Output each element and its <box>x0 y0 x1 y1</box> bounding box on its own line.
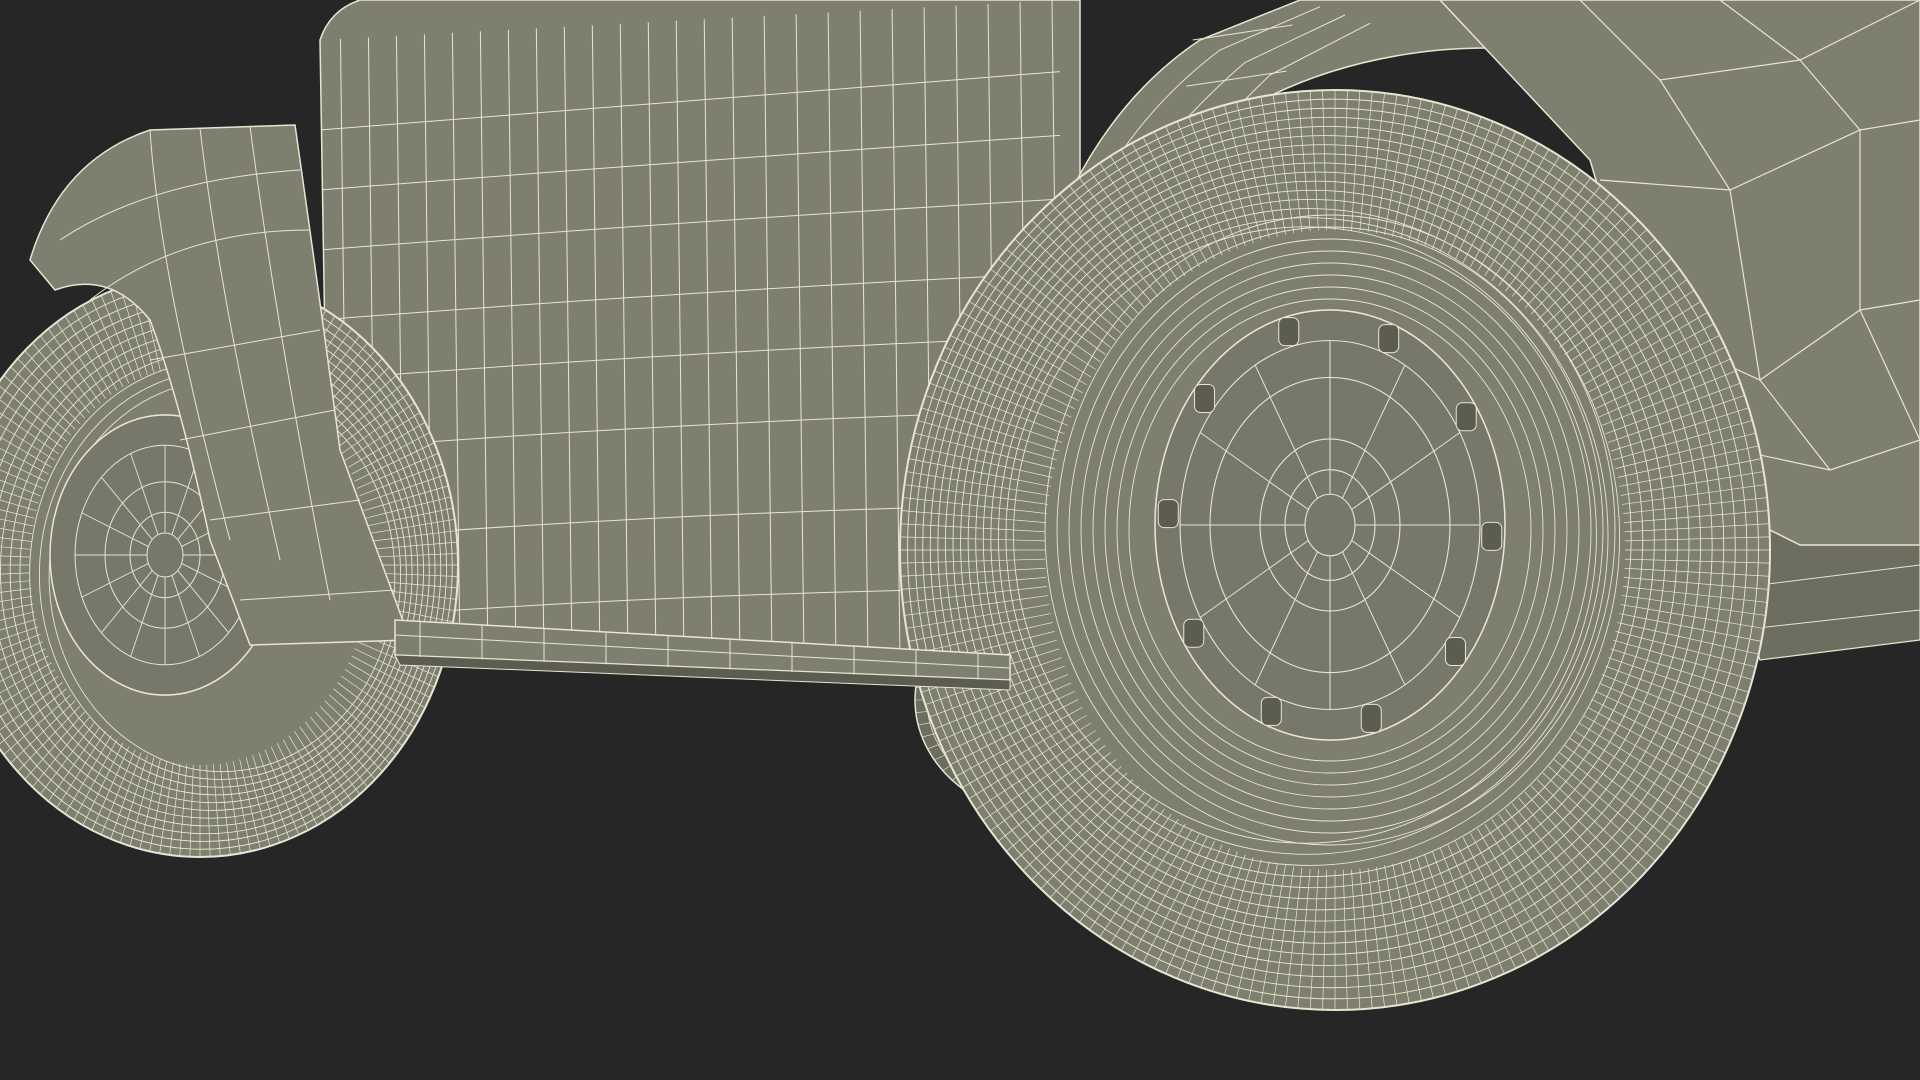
wireframe-render <box>0 0 1920 1080</box>
hub-slot <box>1444 637 1466 667</box>
hub-slot <box>1378 324 1400 354</box>
hub-slot <box>1455 402 1477 432</box>
hub-slot <box>1481 521 1503 551</box>
hub-slot <box>1183 618 1205 648</box>
hub-slot <box>1260 696 1282 726</box>
front-hubcap <box>1154 309 1506 741</box>
hub-slot <box>1360 703 1382 733</box>
hub-slot <box>1194 383 1216 413</box>
hub-slot <box>1278 317 1300 347</box>
hub-slot <box>1157 499 1179 529</box>
